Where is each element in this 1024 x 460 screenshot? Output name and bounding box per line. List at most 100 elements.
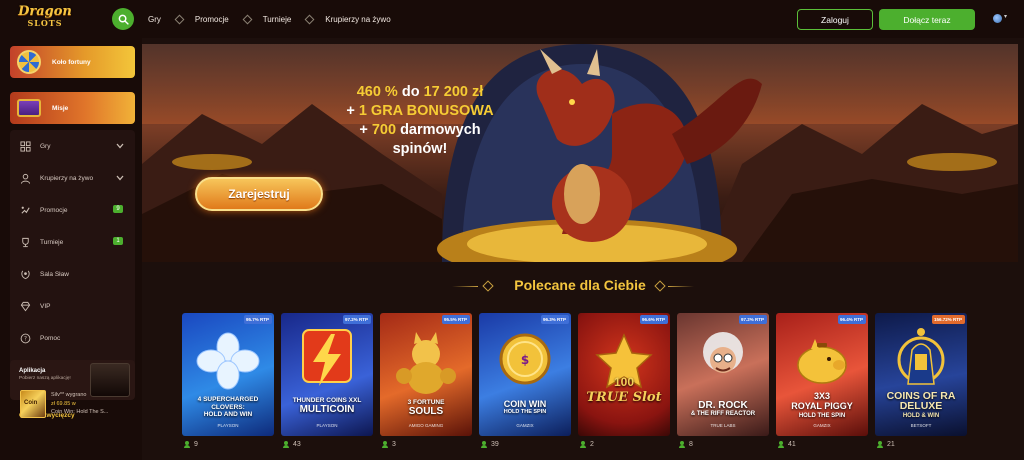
diamond-icon [19,300,31,312]
chevron-down-icon [116,175,124,181]
sidebar-item-label: Turnieje [40,238,64,246]
game-cover[interactable]: 95.5% RTP 3 FORTUNE SOULS AMIGO GAMING [380,313,472,436]
sidebar-item-vip[interactable]: VIP [10,296,135,316]
nav-label: Promocje [194,14,229,24]
promo-icon [19,204,31,216]
piggy-image [776,321,868,401]
player-count: 8 [679,441,693,448]
game-card[interactable]: 97.2% RTP DR. ROCK & THE RIFF REACTOR TRU… [677,313,769,448]
nav-item-promocje[interactable]: Promocje [175,15,229,24]
game-title: COINS OF RA DELUXE HOLD & WIN [875,391,967,421]
game-card[interactable]: 95.7% RTP 4 SUPERCHARGED CLOVERS: HOLD AN… [182,313,274,448]
chevron-down-icon [116,143,124,149]
recommended-games-row: 95.7% RTP 4 SUPERCHARGED CLOVERS: HOLD AN… [182,313,974,460]
winner-game-thumbnail[interactable]: Coin [20,390,46,418]
mountains-image [142,44,1018,262]
game-cover[interactable]: 96.3% RTP $ COIN WIN HOLD THE SPIN GAMZIX [479,313,571,436]
scientist-image [677,321,769,401]
dragon-slots-logo[interactable]: Dragon SLOTS [18,5,72,33]
sidebar-item-sala-slaw[interactable]: Sala Sław [10,264,135,284]
game-subtitle: HOLD & WIN [902,413,940,419]
game-title-line: TRUE Slot [586,390,662,405]
sidebar-item-label: Gry [40,142,51,150]
player-count-value: 8 [689,441,693,448]
sidebar-item-krupierzy[interactable]: Krupierzy na żywo [10,168,135,188]
lightning-image [281,321,373,401]
player-count-value: 43 [293,441,301,448]
game-provider: GAMZIX [516,423,534,428]
help-icon: ? [19,332,31,344]
user-icon [580,441,586,448]
main-nav: Gry Promocje Turnieje Krupierzy na żywo [148,0,405,38]
trophy-icon [19,236,31,248]
sidebar-item-label: VIP [40,302,51,310]
sidebar-item-label: Pomoc [40,334,61,342]
promo-label: Misje [52,104,69,112]
game-card[interactable]: 96.6% RTP 100 TRUE Slot 2 [578,313,670,448]
player-count-value: 3 [392,441,396,448]
game-provider: AMIGO GAMING [408,423,444,428]
game-cover[interactable]: 96.4% RTP 3X3 ROYAL PIGGY HOLD THE SPIN GA… [776,313,868,436]
wheel-icon [14,48,44,76]
winner-entry[interactable]: Silv** wygrano zł 69.85 w Coin Win: Hold… [51,391,108,417]
chevron-down-icon[interactable]: ▾ [1004,13,1007,20]
winner-amount: zł 69.85 w [51,400,76,407]
game-card[interactable]: 96.3% RTP $ COIN WIN HOLD THE SPIN GAMZIX… [479,313,571,448]
user-icon [283,441,289,448]
game-cover[interactable]: 156.72% RTP COINS OF RA DELUXE HOLD & WIN … [875,313,967,436]
game-provider: GAMZIX [813,423,831,428]
coin-image: $ [479,321,571,401]
game-title-line: THUNDER COINS XXL [292,397,362,404]
game-title: THUNDER COINS XXL MULTICOIN [281,397,373,415]
search-button[interactable] [112,8,134,30]
sidebar-item-promocje[interactable]: Promocje 9 [10,200,135,220]
game-cover[interactable]: 95.7% RTP 4 SUPERCHARGED CLOVERS: HOLD AN… [182,313,274,436]
register-button[interactable]: Zarejestruj [195,177,323,211]
wheel-of-fortune-card[interactable]: Koło fortuny [10,46,135,78]
sidebar-item-gry[interactable]: Gry [10,136,135,156]
player-count: 3 [382,441,396,448]
sidebar-item-turnieje[interactable]: Turnieje 1 [10,232,135,252]
hero-banner[interactable]: 460 % do 17 200 zł + 1 GRA BONUSOWA + 70… [142,44,1018,262]
nav-label: Turnieje [262,14,292,24]
game-card[interactable]: 95.5% RTP 3 FORTUNE SOULS AMIGO GAMING 3 [380,313,472,448]
game-card[interactable]: 96.4% RTP 3X3 ROYAL PIGGY HOLD THE SPIN GA… [776,313,868,448]
game-cover[interactable]: 97.2% RTP DR. ROCK & THE RIFF REACTOR TRU… [677,313,769,436]
game-title: 3X3 ROYAL PIGGY HOLD THE SPIN [776,391,868,421]
sidebar-menu: Gry Krupierzy na żywo Promocje 9 Turniej… [10,130,135,366]
game-title-line: DELUXE [899,400,943,412]
clover-image [182,321,274,401]
dealer-icon [19,172,31,184]
user-icon [382,441,388,448]
game-cover[interactable]: 96.6% RTP 100 TRUE Slot [578,313,670,436]
nav-item-krupierzy[interactable]: Krupierzy na żywo [305,15,390,24]
player-count: 9 [184,441,198,448]
game-title: DR. ROCK & THE RIFF REACTOR [677,400,769,417]
join-now-button[interactable]: Dołącz teraz [879,9,975,30]
sidebar-item-label: Promocje [40,206,68,214]
plus-sign: + [346,103,359,119]
hero-line3: + 700 darmowych [330,121,510,140]
svg-text:$: $ [521,353,529,367]
game-card[interactable]: 156.72% RTP COINS OF RA DELUXE HOLD & WIN … [875,313,967,448]
game-provider: BETSOFT [910,423,932,428]
svg-text:?: ? [23,335,26,342]
laurel-icon [19,268,31,280]
sidebar-item-pomoc[interactable]: ? Pomoc [10,328,135,348]
game-provider: TRUE LABS [710,423,736,428]
game-provider: PLAYSON [316,423,338,428]
game-cover[interactable]: 97.2% RTP THUNDER COINS XXL MULTICOIN PLA… [281,313,373,436]
nav-item-gry[interactable]: Gry [148,15,161,24]
game-title-line: DR. ROCK [698,400,748,411]
nav-item-turnieje[interactable]: Turnieje [243,15,292,24]
game-card[interactable]: 97.2% RTP THUNDER COINS XXL MULTICOIN PLA… [281,313,373,448]
chest-icon [14,94,44,122]
login-button[interactable]: Zaloguj [797,9,873,30]
app-title: Aplikacja [19,368,46,374]
user-icon [679,441,685,448]
missions-card[interactable]: Misje [10,92,135,124]
globe-icon[interactable] [993,14,1002,23]
count-badge: 1 [113,237,123,245]
player-count: 39 [481,441,499,448]
player-count: 21 [877,441,895,448]
